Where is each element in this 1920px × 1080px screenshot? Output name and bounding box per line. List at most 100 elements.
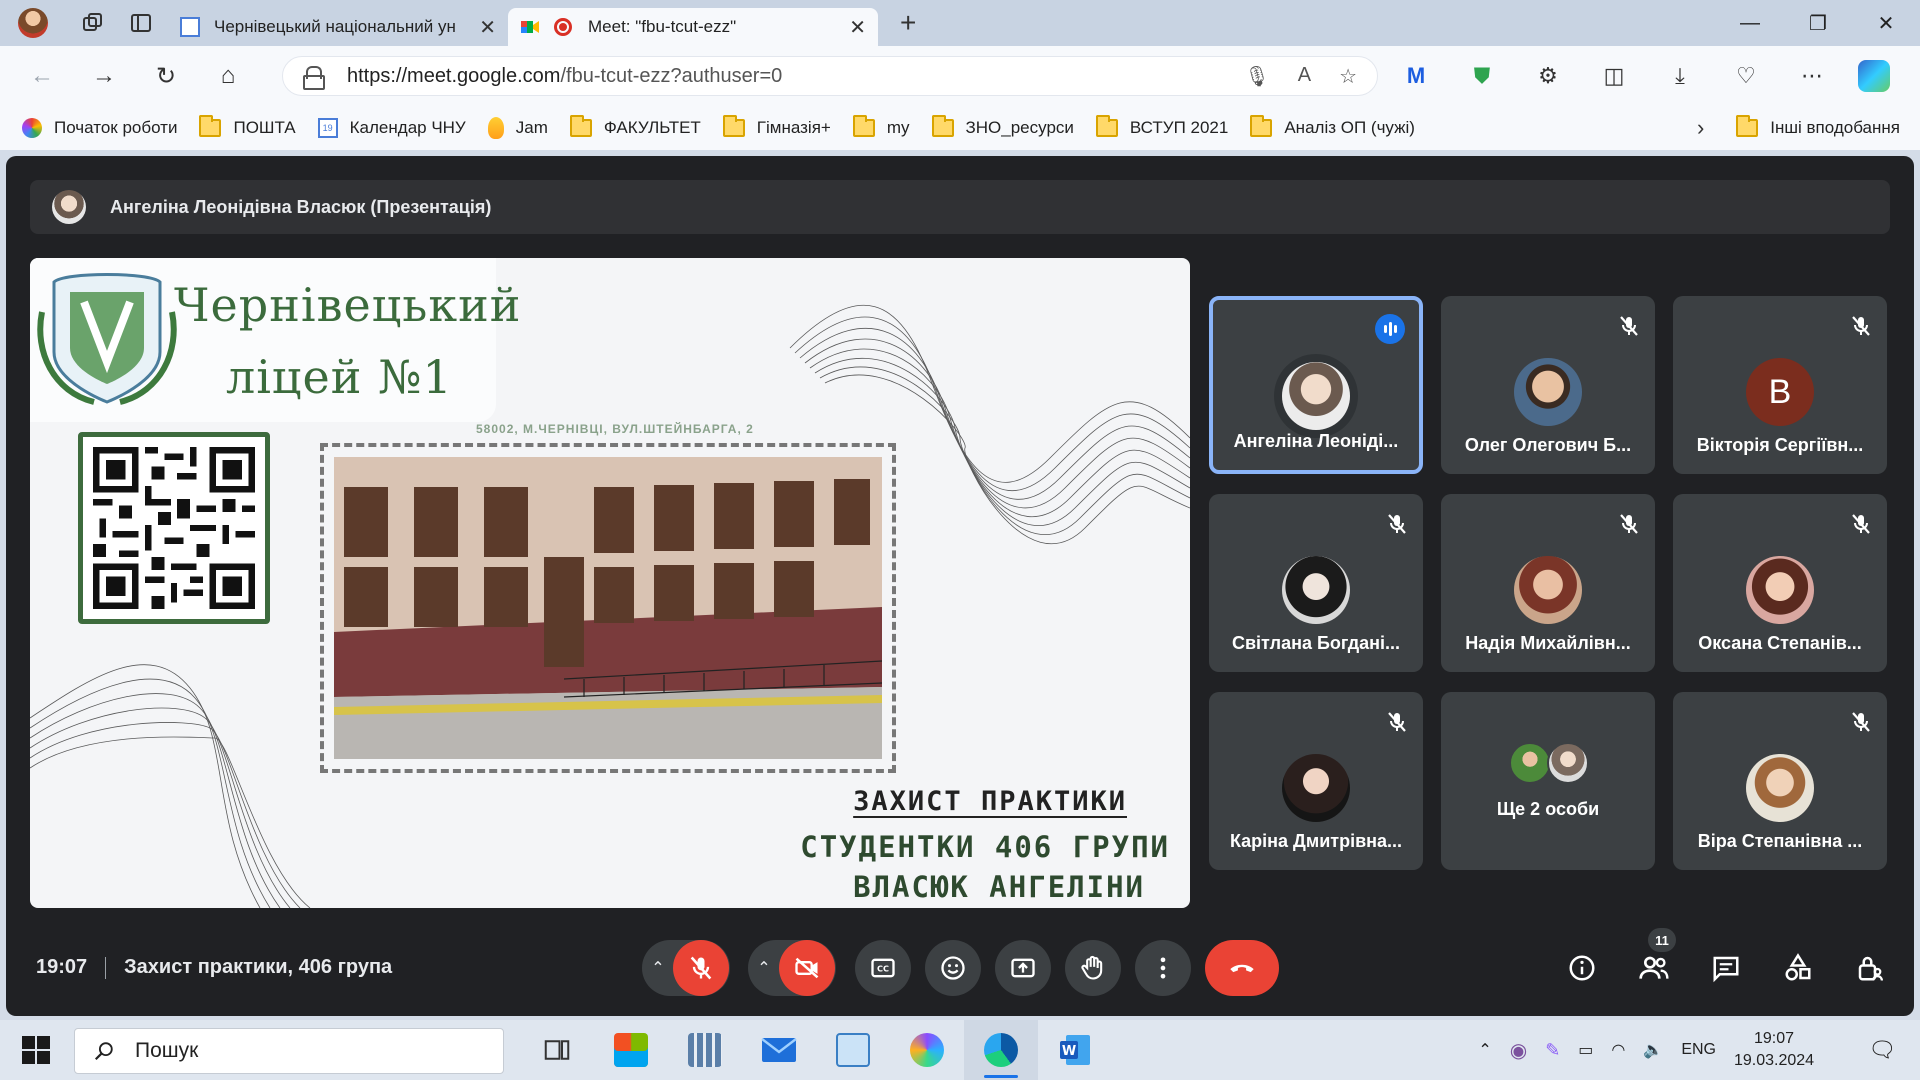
restore-icon[interactable]: ❐ [1784, 0, 1852, 46]
back-icon[interactable]: ← [22, 56, 62, 96]
bookmark-analysis[interactable]: Аналіз ОП (чужі) [1250, 115, 1415, 138]
word-icon[interactable]: W [1038, 1020, 1112, 1080]
more-menu-icon[interactable]: ⋯ [1792, 56, 1832, 96]
more-options-button[interactable] [1135, 940, 1191, 996]
host-controls-button[interactable] [1842, 940, 1898, 996]
participant-tile[interactable]: Оксана Степанів... [1673, 494, 1887, 672]
meeting-details-button[interactable] [1554, 940, 1610, 996]
show-hidden-icons-icon[interactable]: ⌃ [1478, 1040, 1491, 1060]
people-button[interactable]: 11 [1626, 928, 1682, 996]
participant-tile[interactable]: Надія Михайлівн... [1441, 494, 1655, 672]
new-tab-button[interactable]: + [900, 7, 916, 39]
captions-button[interactable]: CC [855, 940, 911, 996]
participant-name: Світлана Богдані... [1231, 633, 1401, 653]
participant-tile[interactable]: Олег Олегович Б... [1441, 296, 1655, 474]
calculator-icon[interactable] [668, 1020, 742, 1080]
participant-tile[interactable]: Каріна Дмитрівна... [1209, 692, 1423, 870]
microsoft-store-icon[interactable] [594, 1020, 668, 1080]
bookmark-calendar[interactable]: 19 Календар ЧНУ [317, 118, 466, 138]
vertical-tabs-icon[interactable] [128, 10, 154, 36]
bookmark-faculty[interactable]: ФАКУЛЬТЕТ [569, 115, 701, 138]
participant-tile[interactable]: В Вікторія Сергіївн... [1673, 296, 1887, 474]
participant-tile[interactable]: Ангеліна Леоніді... [1209, 296, 1423, 474]
microphone-icon[interactable]: 🎙 [1244, 64, 1269, 89]
address-tools: 🎙 A ☆ [1244, 64, 1357, 89]
profile-avatar[interactable] [18, 8, 48, 38]
close-window-icon[interactable]: ✕ [1852, 0, 1920, 46]
activities-button[interactable] [1770, 940, 1826, 996]
home-icon[interactable]: ⌂ [208, 56, 248, 96]
chevron-right-icon[interactable]: › [1697, 115, 1704, 141]
workspaces-icon[interactable] [80, 10, 106, 36]
extensions-icon[interactable]: ⚙ [1528, 56, 1568, 96]
copilot-app-icon[interactable] [890, 1020, 964, 1080]
read-aloud-icon[interactable]: A [1298, 64, 1311, 89]
lock-icon[interactable] [303, 66, 325, 90]
school-crest-icon [37, 273, 177, 405]
clock-time: 19:07 [1754, 1030, 1795, 1047]
downloads-icon[interactable]: ⤓ [1660, 56, 1700, 96]
close-tab-icon[interactable]: ✕ [849, 15, 866, 40]
malwarebytes-icon[interactable]: M [1396, 56, 1436, 96]
clock[interactable]: 19:07 19.03.2024 [1734, 1028, 1832, 1072]
mail-icon[interactable] [742, 1020, 816, 1080]
present-button[interactable] [995, 940, 1051, 996]
bookmark-my[interactable]: my [852, 115, 910, 138]
chat-button[interactable] [1698, 940, 1754, 996]
qr-code[interactable] [78, 432, 270, 624]
forward-icon[interactable]: → [84, 56, 124, 96]
address-input[interactable]: https://meet.google.com/fbu-tcut-ezz?aut… [282, 56, 1378, 96]
bookmark-vstup[interactable]: ВСТУП 2021 [1095, 115, 1228, 138]
bookmark-mail[interactable]: ПОШТА [199, 115, 296, 138]
pen-icon[interactable]: ✎ [1545, 1040, 1560, 1061]
chevron-up-icon[interactable]: ⌃ [749, 958, 779, 978]
meet-favicon-icon [520, 17, 540, 37]
chevron-up-icon[interactable]: ⌃ [643, 958, 673, 978]
participant-name: Оксана Степанів... [1698, 633, 1862, 653]
bookmark-other[interactable]: Інші вподобання [1736, 115, 1900, 138]
participant-tile[interactable]: Віра Степанівна ... [1673, 692, 1887, 870]
bookmark-zno[interactable]: ЗНО_ресурси [931, 115, 1074, 138]
participant-name: Віра Степанівна ... [1697, 831, 1863, 851]
taskbar-search-input[interactable]: Пошук [74, 1028, 504, 1074]
mic-off-icon [690, 956, 712, 980]
notifications-icon[interactable]: 🗨 [1868, 1037, 1896, 1063]
participant-tile-more[interactable]: Ще 2 особи [1441, 692, 1655, 870]
mic-toggle-button[interactable] [673, 940, 729, 996]
reactions-button[interactable] [925, 940, 981, 996]
info-icon [1569, 955, 1595, 981]
browser-essentials-icon[interactable]: ♡ [1726, 56, 1766, 96]
copilot-icon[interactable] [1858, 60, 1890, 92]
wifi-icon[interactable]: ◠ [1611, 1040, 1625, 1060]
participant-name: Каріна Дмитрівна... [1229, 831, 1403, 851]
favorite-star-icon[interactable]: ☆ [1339, 64, 1357, 89]
participant-tile[interactable]: Світлана Богдані... [1209, 494, 1423, 672]
minimize-icon[interactable]: — [1716, 0, 1784, 46]
refresh-icon[interactable]: ↻ [146, 56, 186, 96]
leave-call-button[interactable] [1205, 940, 1279, 996]
close-tab-icon[interactable]: ✕ [479, 15, 496, 40]
language-indicator[interactable]: ENG [1681, 1041, 1716, 1059]
split-screen-icon[interactable]: ◫ [1594, 56, 1634, 96]
raise-hand-button[interactable] [1065, 940, 1121, 996]
meet-window: Ангеліна Леонідівна Власюк (Презентація) [6, 156, 1914, 1016]
viber-icon[interactable]: ◉ [1510, 1038, 1527, 1063]
task-view-icon[interactable] [520, 1020, 594, 1080]
tab-meet[interactable]: Meet: "fbu-tcut-ezz" ✕ [508, 8, 878, 46]
volume-icon[interactable]: 🔈 [1643, 1040, 1663, 1060]
shield-check-icon[interactable]: ⛊ [1462, 56, 1502, 96]
edge-browser-icon[interactable] [964, 1020, 1038, 1080]
people-icon [1639, 956, 1669, 979]
participant-avatar [1282, 754, 1350, 822]
mic-off-icon [1388, 514, 1406, 534]
mic-off-icon [1620, 316, 1638, 336]
windows-start-icon[interactable] [22, 1036, 50, 1064]
control-panel-icon[interactable] [816, 1020, 890, 1080]
camera-toggle-button[interactable] [779, 940, 835, 996]
bookmark-jam[interactable]: Jam [487, 117, 548, 139]
battery-icon[interactable]: ▭ [1578, 1040, 1593, 1060]
svg-text:CC: CC [877, 964, 889, 974]
bookmark-gymnasium[interactable]: Гімназія+ [722, 115, 831, 138]
bookmark-start[interactable]: Початок роботи [22, 118, 177, 138]
tab-university[interactable]: Чернівецький національний ун ✕ [168, 8, 508, 46]
